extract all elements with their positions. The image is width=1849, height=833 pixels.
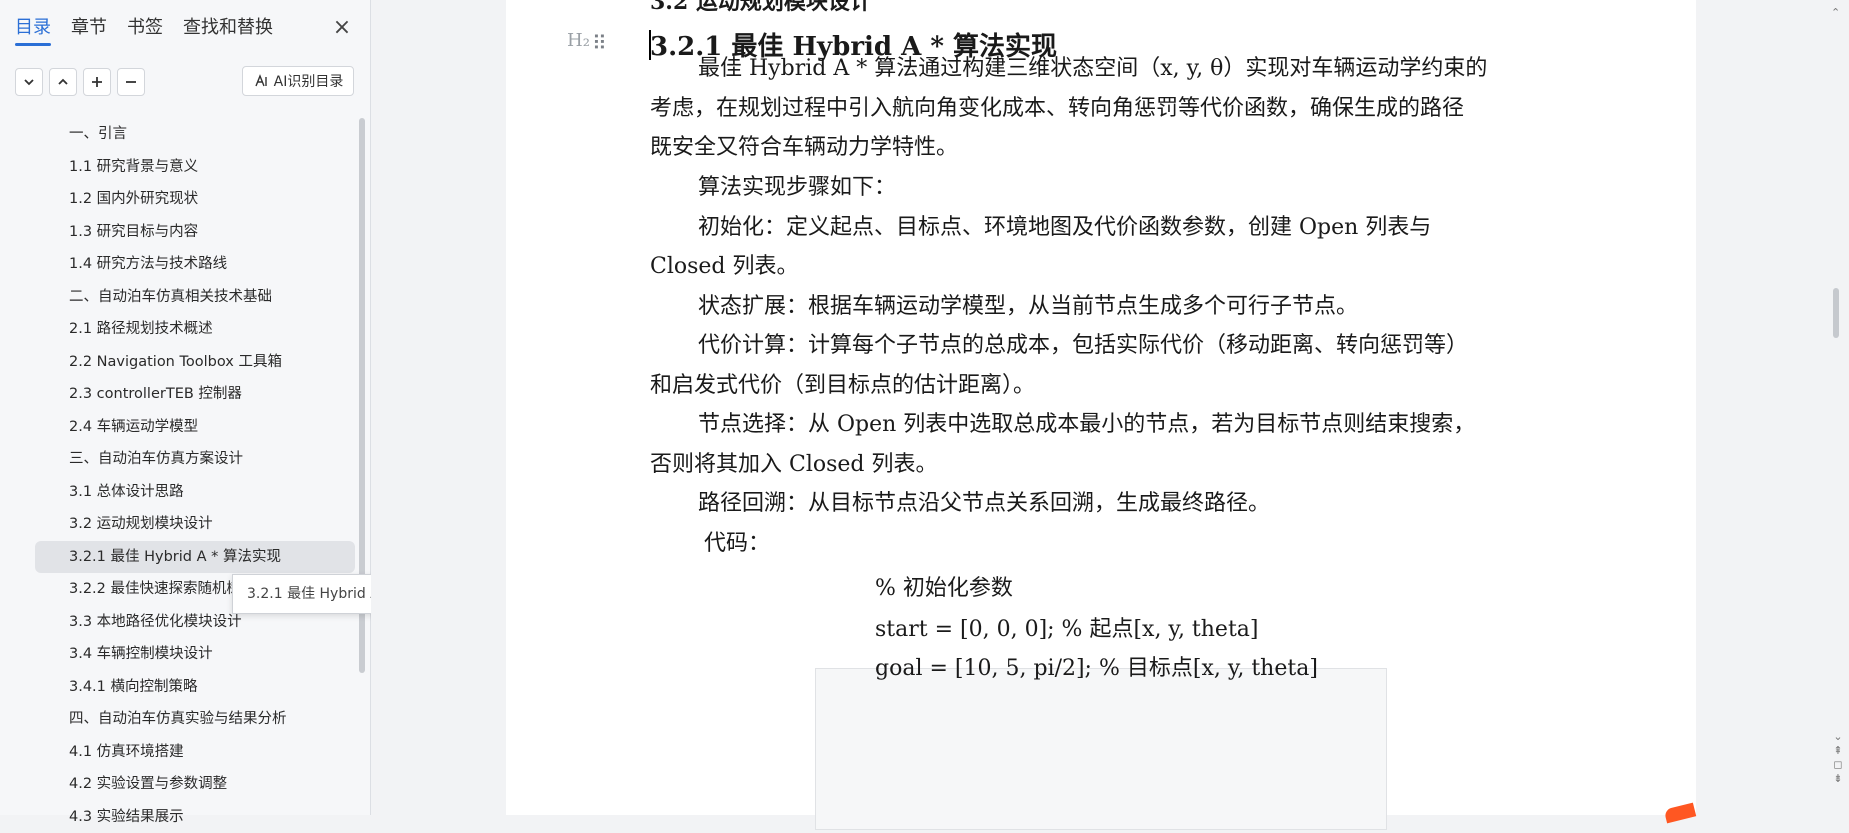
heading-icon[interactable]: H₂ bbox=[567, 30, 590, 51]
page-nav-icons[interactable]: ⌄⇞◻⇟ bbox=[1831, 730, 1845, 786]
code-line[interactable]: start = [0, 0, 0]; % 起点[x, y, theta] bbox=[875, 611, 1259, 643]
chevron-down-icon bbox=[22, 75, 36, 89]
tab-toc[interactable]: 目录 bbox=[15, 16, 51, 44]
ai-recognize-toc-button[interactable]: AI识别目录 bbox=[242, 66, 354, 96]
toc-item[interactable]: 一、引言 bbox=[35, 118, 355, 151]
toc-item[interactable]: 1.4 研究方法与技术路线 bbox=[35, 248, 355, 281]
paragraph-line[interactable]: 代码： bbox=[704, 525, 1604, 557]
toc-item[interactable]: 1.2 国内外研究现状 bbox=[35, 183, 355, 216]
minus-icon bbox=[124, 75, 138, 89]
toc-item[interactable]: 1.3 研究目标与内容 bbox=[35, 216, 355, 249]
expand-all-button[interactable] bbox=[49, 68, 77, 96]
close-icon[interactable]: × bbox=[330, 16, 354, 40]
paragraph-line[interactable]: 代价计算：计算每个子节点的总成本，包括实际代价（移动距离、转向惩罚等） bbox=[698, 327, 1598, 359]
toc-item[interactable]: 3.4.1 横向控制策略 bbox=[35, 671, 355, 704]
code-block[interactable] bbox=[815, 668, 1387, 830]
sidebar-tabs: 目录 章节 书签 查找和替换 bbox=[15, 16, 293, 44]
toc-item[interactable]: 1.1 研究背景与意义 bbox=[35, 151, 355, 184]
toc-item[interactable]: 三、自动泊车仿真方案设计 bbox=[35, 443, 355, 476]
toc-item[interactable]: 4.1 仿真环境搭建 bbox=[35, 736, 355, 769]
paragraph-line[interactable]: 考虑，在规划过程中引入航向角变化成本、转向角惩罚等代价函数，确保生成的路径 bbox=[650, 90, 1550, 122]
add-heading-button[interactable] bbox=[83, 68, 111, 96]
document-scrollbar[interactable] bbox=[1833, 288, 1839, 338]
toc-item[interactable]: 3.4 车辆控制模块设计 bbox=[35, 638, 355, 671]
toc-item[interactable]: 2.4 车辆运动学模型 bbox=[35, 411, 355, 444]
remove-heading-button[interactable] bbox=[117, 68, 145, 96]
sidebar: 目录 章节 书签 查找和替换 × AI识别目录 一、引言1.1 研究背景与意义1… bbox=[0, 0, 371, 815]
paragraph-line[interactable]: Closed 列表。 bbox=[650, 248, 1550, 280]
paragraph-line[interactable]: 最佳 Hybrid A * 算法通过构建三维状态空间（x, y, θ）实现对车辆… bbox=[698, 50, 1598, 82]
tab-chapters[interactable]: 章节 bbox=[71, 16, 107, 44]
drag-handle-icon[interactable]: ⠿ bbox=[592, 31, 605, 55]
plus-icon bbox=[90, 75, 104, 89]
paragraph-line[interactable]: 否则将其加入 Closed 列表。 bbox=[650, 446, 1550, 478]
toc-item[interactable]: 3.2 运动规划模块设计 bbox=[35, 508, 355, 541]
toc-list: 一、引言1.1 研究背景与意义1.2 国内外研究现状1.3 研究目标与内容1.4… bbox=[35, 118, 355, 833]
toc-item[interactable]: 3.1 总体设计思路 bbox=[35, 476, 355, 509]
toc-item[interactable]: 2.2 Navigation Toolbox 工具箱 bbox=[35, 346, 355, 379]
paragraph-line[interactable]: 状态扩展：根据车辆运动学模型，从当前节点生成多个可行子节点。 bbox=[698, 288, 1598, 320]
toc-item[interactable]: 四、自动泊车仿真实验与结果分析 bbox=[35, 703, 355, 736]
toc-item[interactable]: 2.1 路径规划技术概述 bbox=[35, 313, 355, 346]
ai-button-label: AI识别目录 bbox=[274, 71, 344, 91]
paragraph-line[interactable]: 算法实现步骤如下： bbox=[698, 169, 1598, 201]
code-line[interactable]: % 初始化参数 bbox=[875, 570, 1013, 602]
partial-heading: 3.2 运动规划模块设计 bbox=[650, 0, 872, 16]
tab-find-replace[interactable]: 查找和替换 bbox=[183, 16, 273, 44]
ai-icon bbox=[253, 73, 269, 89]
chevron-up-icon bbox=[56, 75, 70, 89]
toc-item[interactable]: 4.2 实验设置与参数调整 bbox=[35, 768, 355, 801]
paragraph-line[interactable]: 初始化：定义起点、目标点、环境地图及代价函数参数，创建 Open 列表与 bbox=[698, 209, 1598, 241]
paragraph-line[interactable]: 节点选择：从 Open 列表中选取总成本最小的节点，若为目标节点则结束搜索， bbox=[698, 406, 1598, 438]
code-line[interactable]: goal = [10, 5, pi/2]; % 目标点[x, y, theta] bbox=[875, 650, 1318, 682]
paragraph-line[interactable]: 和启发式代价（到目标点的估计距离）。 bbox=[650, 367, 1550, 399]
toc-item[interactable]: 4.3 实验结果展示 bbox=[35, 801, 355, 833]
tab-bookmarks[interactable]: 书签 bbox=[127, 16, 163, 44]
toc-item[interactable]: 3.2.1 最佳 Hybrid A * 算法实现 bbox=[35, 541, 355, 574]
toc-toolbar bbox=[15, 68, 145, 96]
collapse-all-button[interactable] bbox=[15, 68, 43, 96]
paragraph-line[interactable]: 既安全又符合车辆动力学特性。 bbox=[650, 129, 1550, 161]
toc-item[interactable]: 二、自动泊车仿真相关技术基础 bbox=[35, 281, 355, 314]
paragraph-line[interactable]: 路径回溯：从目标节点沿父节点关系回溯，生成最终路径。 bbox=[698, 485, 1598, 517]
scroll-up-icon[interactable]: ⌃ bbox=[1831, 6, 1840, 19]
toc-item[interactable]: 2.3 controllerTEB 控制器 bbox=[35, 378, 355, 411]
